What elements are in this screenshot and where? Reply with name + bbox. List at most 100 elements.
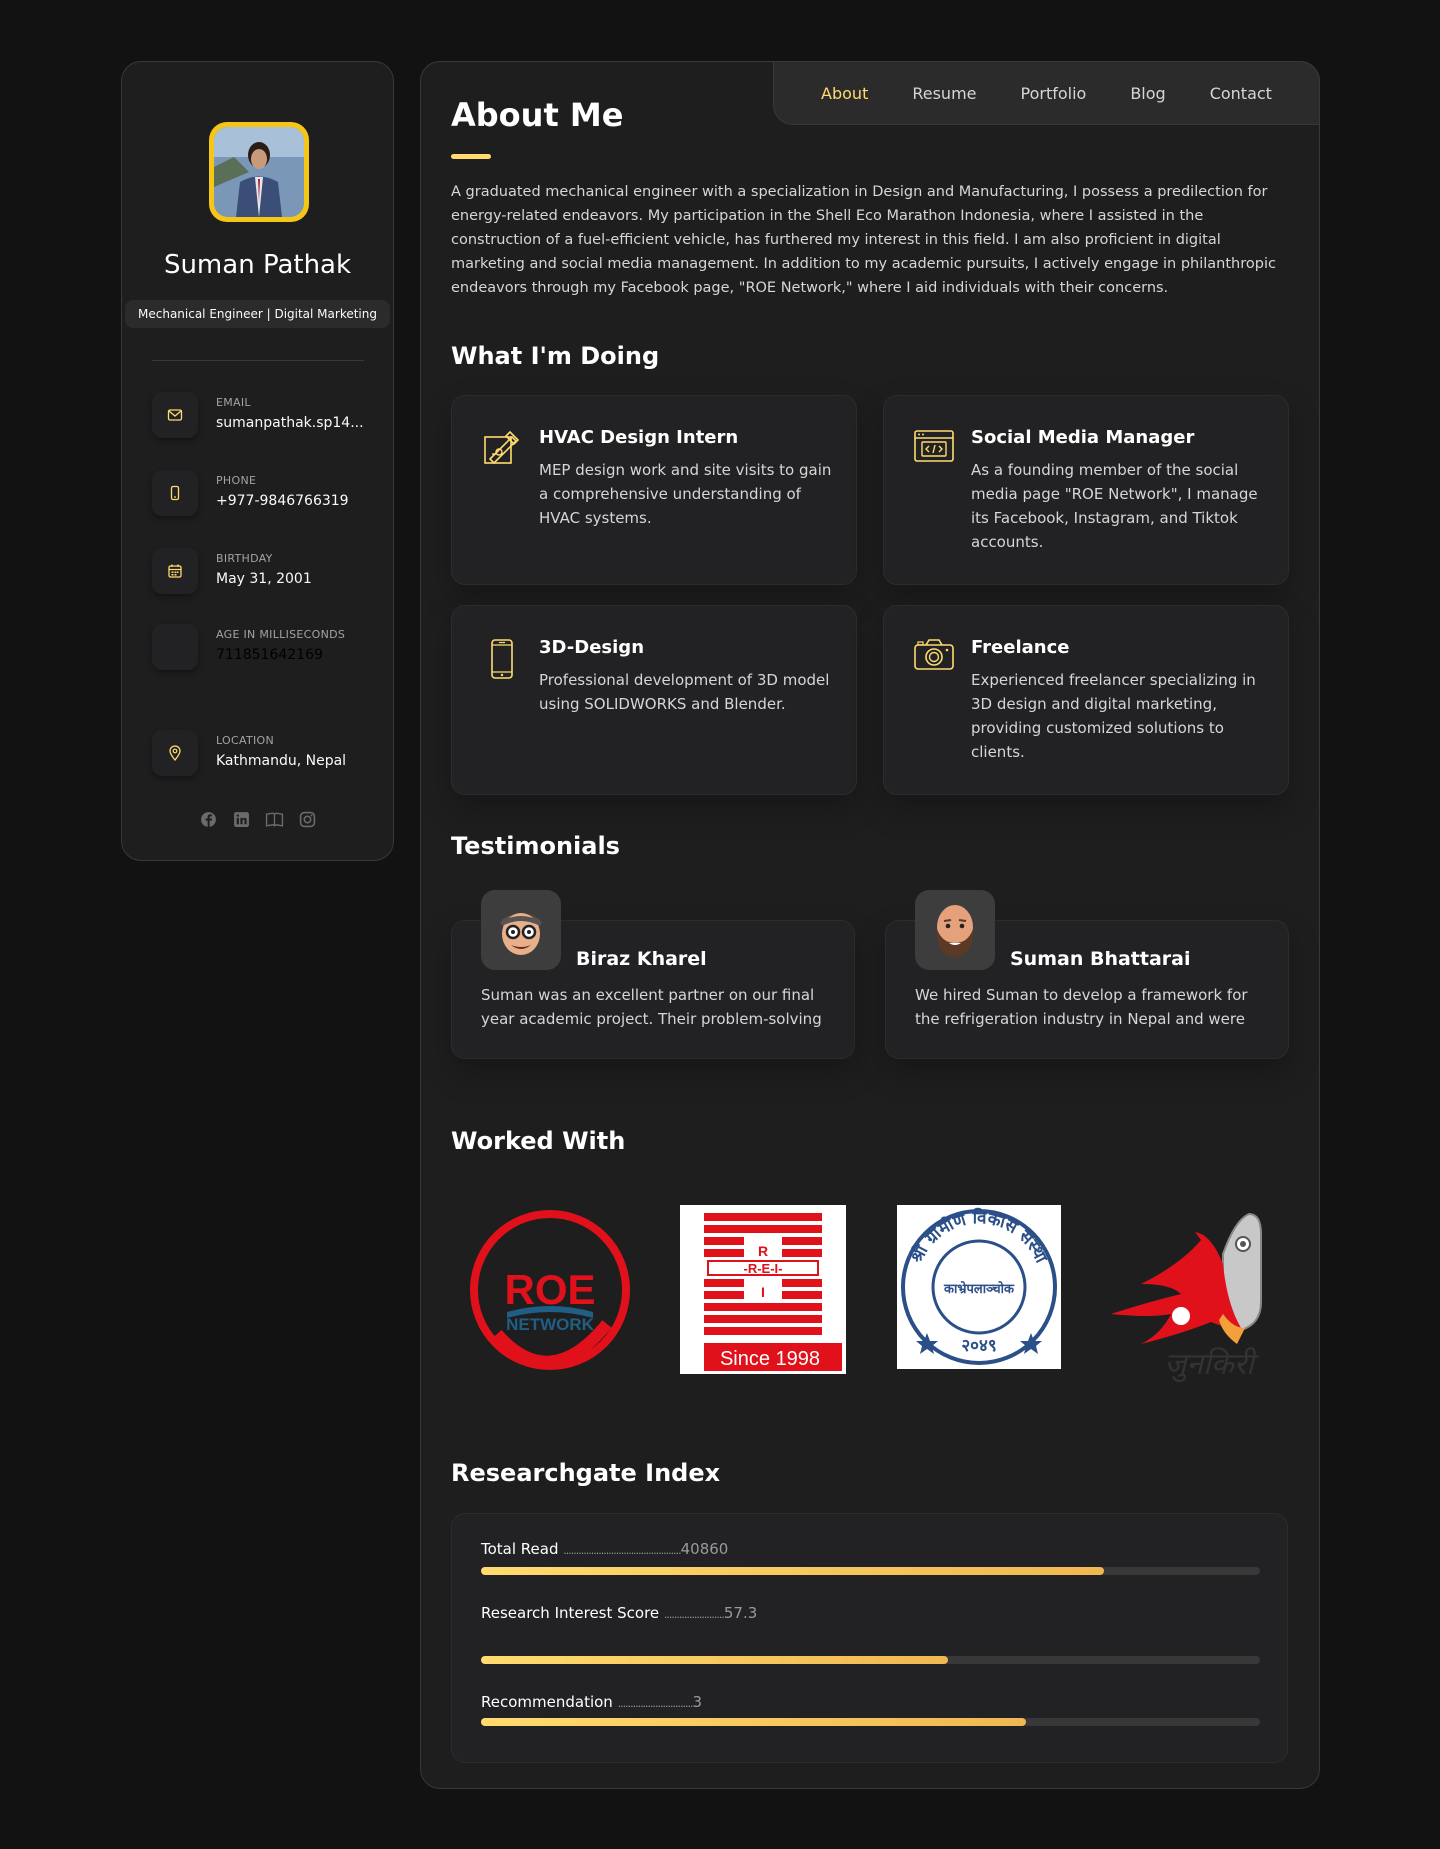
progress-fill [481,1718,1027,1726]
contact-label: EMAIL [216,396,251,409]
profile-title-badge: Mechanical Engineer | Digital Marketing [125,300,390,328]
instagram-icon[interactable] [298,810,317,829]
contact-label: LOCATION [216,734,274,747]
mail-icon [152,392,198,438]
nav-portfolio[interactable]: Portfolio [1021,84,1087,103]
sidebar: Suman Pathak Mechanical Engineer | Digit… [121,61,394,861]
services-heading: What I'm Doing [451,342,660,370]
page-title: About Me [451,96,624,134]
seal-year-text: २०४९ [961,1336,996,1356]
contact-phone: PHONE +977-9846766319 [152,470,367,520]
testimonial-text: Suman was an excellent partner on our fi… [481,986,822,1028]
linkedin-icon[interactable] [232,810,251,829]
contact-location: LOCATION Kathmandu, Nepal [152,730,367,780]
nav-resume[interactable]: Resume [912,84,976,103]
rei-letter: R [758,1243,768,1259]
testimonial-avatar [915,890,995,970]
service-title: 3D-Design [539,637,645,658]
service-text: MEP design work and site visits to gain … [539,461,832,527]
profile-name: Suman Pathak [163,250,352,280]
rural-development-seal[interactable]: श्री ग्रामीण विकास संस्था काभ्रेपलाञ्चोक… [897,1205,1061,1369]
progress-fill [481,1656,949,1664]
service-card: Social Media Manager As a founding membe… [883,395,1289,585]
progress-track [481,1656,1260,1664]
service-title: Freelance [971,637,1070,658]
research-item: Research Interest Score ................… [481,1604,1260,1664]
junkiri-text: जुनकिरी [1164,1347,1259,1382]
location-pin-icon [152,730,198,776]
contact-age: AGE IN MILLISECONDS 711851642169 [152,624,367,674]
seal-center-text: काभ्रेपलाञ्चोक [943,1281,1015,1297]
roe-logo-subtext: NETWORK [506,1315,595,1334]
research-value: 3 [692,1693,703,1711]
contact-label: AGE IN MILLISECONDS [216,628,346,641]
svg-text:श्री ग्रामीण विकास संस्था: श्री ग्रामीण विकास संस्था [906,1207,1052,1267]
social-links [122,810,393,829]
testimonial-avatar [481,890,561,970]
avatar [209,122,309,222]
location-value: Kathmandu, Nepal [216,753,347,769]
email-link[interactable]: sumanpathak.sp14... [216,415,364,431]
clients-heading: Worked With [451,1127,626,1155]
rei-text: -R-E-I- [744,1261,783,1276]
dots: ........................................… [563,1544,681,1557]
design-tools-icon [480,428,524,472]
service-card: Freelance Experienced freelancer special… [883,605,1289,795]
facebook-icon[interactable] [199,810,218,829]
code-window-icon [912,428,956,472]
contact-label: BIRTHDAY [216,552,273,565]
dots: ........................ [663,1608,725,1621]
research-heading: Researchgate Index [451,1459,721,1487]
about-text: A graduated mechanical engineer with a s… [451,184,1276,296]
birthday-value: May 31, 2001 [216,571,312,587]
main-content: About Resume Portfolio Blog Contact Abou… [420,61,1320,1789]
testimonials-heading: Testimonials [451,832,620,860]
service-text: Professional development of 3D model usi… [539,671,830,713]
progress-track [481,1567,1260,1575]
research-value: 40860 [680,1540,729,1558]
service-card: HVAC Design Intern MEP design work and s… [451,395,857,585]
dots: .............................. [617,1697,694,1710]
contact-email: EMAIL sumanpathak.sp14... [152,392,367,442]
contact-label: PHONE [216,474,257,487]
service-title: Social Media Manager [971,427,1195,448]
research-value: 57.3 [723,1604,758,1622]
profile-photo [214,127,304,217]
nav-contact[interactable]: Contact [1210,84,1272,103]
book-icon[interactable] [265,810,284,829]
research-label: Research Interest Score [481,1604,660,1622]
research-item: Recommendation .........................… [481,1693,1260,1726]
rei-logo[interactable]: R -R-E-I- I Since 1998 [680,1205,846,1374]
testimonial-text: We hired Suman to develop a framework fo… [915,986,1248,1028]
navbar: About Resume Portfolio Blog Contact [773,61,1320,125]
testimonial-name: Suman Bhattarai [1010,948,1191,970]
calendar-icon [152,548,198,594]
roe-network-logo[interactable]: ROE NETWORK [467,1204,633,1376]
nav-about[interactable]: About [821,84,868,103]
research-item: Total Read .............................… [481,1540,1260,1575]
junkiri-logo[interactable]: जुनकिरी [1111,1204,1285,1383]
rei-since-text: Since 1998 [720,1348,820,1370]
service-card: 3D-Design Professional development of 3D… [451,605,857,795]
research-label: Recommendation [481,1693,613,1711]
nav-blog[interactable]: Blog [1130,84,1165,103]
progress-fill [481,1567,1105,1575]
progress-track [481,1718,1260,1726]
mobile-device-icon [480,638,524,682]
phone-link[interactable]: +977-9846766319 [216,493,349,509]
service-text: Experienced freelancer specializing in 3… [971,671,1256,761]
seal-ring-text: श्री ग्रामीण विकास संस्था [906,1207,1052,1267]
service-text: As a founding member of the social media… [971,461,1258,551]
contact-birthday: BIRTHDAY May 31, 2001 [152,548,367,598]
research-index-card: Total Read .............................… [451,1513,1288,1763]
rei-letter: I [761,1284,765,1300]
research-label: Total Read [481,1540,559,1558]
title-underline [451,154,491,159]
blank-icon [152,624,198,670]
phone-icon [152,470,198,516]
separator [152,360,364,361]
service-title: HVAC Design Intern [539,427,739,448]
roe-logo-text: ROE [504,1266,595,1313]
camera-icon [912,638,956,682]
testimonial-name: Biraz Kharel [576,948,707,970]
